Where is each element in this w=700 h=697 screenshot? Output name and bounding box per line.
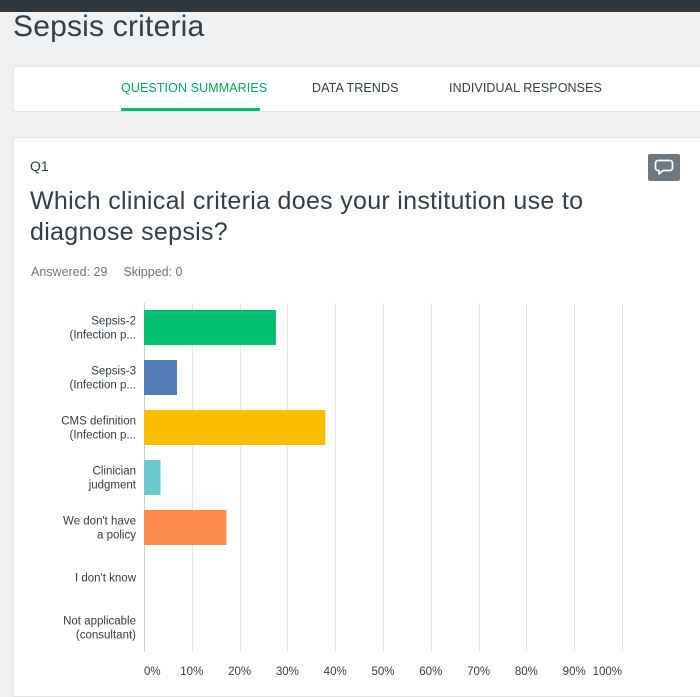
category-label: CMS definition [61, 416, 136, 428]
x-tick-label: 80% [515, 666, 538, 678]
category-label: (Infection p... [70, 330, 136, 342]
category-label: We don't have [63, 516, 136, 528]
x-tick-label: 60% [419, 666, 442, 678]
category-label: (Infection p... [70, 430, 136, 442]
x-tick-label: 40% [324, 666, 347, 678]
x-tick-label: 100% [593, 666, 622, 678]
category-label: a policy [97, 530, 136, 542]
bar [144, 510, 227, 545]
bar-chart: Sepsis-2 (Infection p... Sepsis-3 (Infectio… [61, 303, 623, 678]
category-label: Not applicable [63, 616, 136, 628]
x-tick-label: 10% [180, 666, 203, 678]
category-label: judgment [88, 480, 137, 492]
category-label: (Infection p... [70, 380, 136, 392]
bar [144, 460, 161, 495]
x-tick-label: 90% [563, 666, 586, 678]
x-tick-label: 50% [371, 666, 394, 678]
x-tick-label: 20% [228, 666, 251, 678]
bar [144, 310, 276, 345]
x-tick-label: 30% [276, 666, 299, 678]
x-tick-label: 0% [144, 666, 161, 678]
category-label: (consultant) [76, 630, 136, 642]
category-label: I don't know [75, 573, 137, 585]
bar [144, 410, 326, 445]
category-label: Sepsis-3 [91, 366, 136, 378]
category-label: Clinician [93, 466, 136, 478]
bar [144, 360, 177, 395]
category-label: Sepsis-2 [91, 316, 136, 328]
x-tick-label: 70% [467, 666, 490, 678]
